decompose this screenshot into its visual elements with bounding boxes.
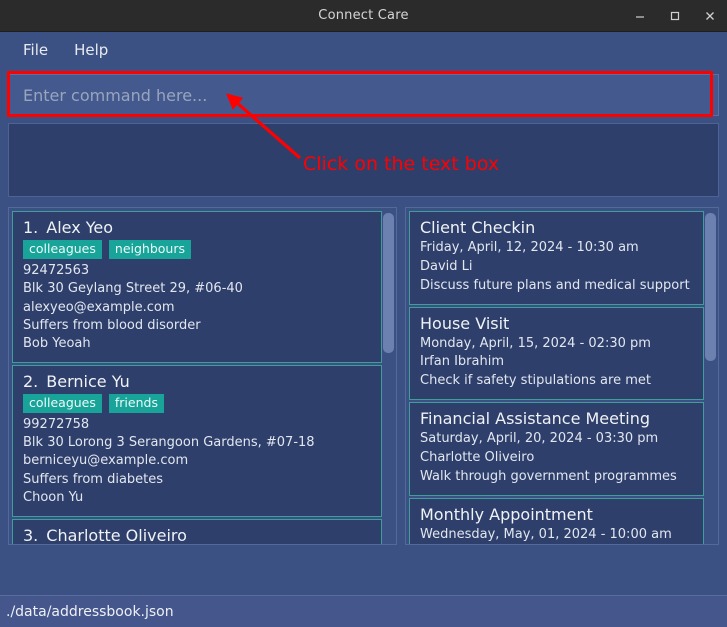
menu-item-help[interactable]: Help (65, 38, 117, 62)
appointment-description: Discuss future plans and medical support (420, 277, 690, 293)
app-body: Enter command here... 1. Alex Yeo collea… (0, 68, 727, 595)
appointment-title: Client Checkin (420, 218, 536, 237)
appointment-datetime: Friday, April, 12, 2024 - 10:30 am (420, 240, 639, 255)
person-header: 1. Alex Yeo (23, 218, 371, 237)
appointment-list-scrollbar-thumb[interactable] (705, 213, 716, 361)
person-tag: neighbours (108, 240, 191, 259)
person-list: 1. Alex Yeo colleagues neighbours 924725… (12, 211, 382, 544)
person-index: 1. (23, 218, 39, 237)
person-phone: 92472563 (23, 262, 90, 278)
person-list-panel: 1. Alex Yeo colleagues neighbours 924725… (8, 207, 397, 545)
maximize-button[interactable] (657, 0, 692, 31)
appointment-datetime: Wednesday, May, 01, 2024 - 10:00 am (420, 526, 672, 542)
minimize-button[interactable] (622, 0, 657, 31)
menubar: File Help (0, 32, 727, 68)
person-index: 3. (23, 525, 39, 545)
command-box-wrapper: Enter command here... (8, 68, 719, 116)
command-input[interactable]: Enter command here... (8, 74, 719, 116)
window-title: Connect Care (318, 8, 409, 23)
person-next-of-kin: Choon Yu (23, 490, 84, 506)
person-name: Charlotte Oliveiro (46, 525, 187, 545)
window-controls (622, 0, 727, 31)
person-card[interactable]: 2. Bernice Yu colleagues friends 9927275… (12, 364, 382, 517)
window-titlebar: Connect Care (0, 0, 727, 32)
person-name: Bernice Yu (46, 371, 130, 391)
close-button[interactable] (692, 0, 727, 31)
menu-item-file[interactable]: File (14, 38, 57, 62)
person-phone: 99272758 (23, 416, 90, 432)
appointment-card[interactable]: Client Checkin Friday, April, 12, 2024 -… (409, 211, 704, 305)
person-email: alexyeo@example.com (23, 299, 175, 315)
person-tag: friends (108, 393, 164, 413)
appointment-description: Check if safety stipulations are met (420, 373, 651, 389)
appointment-person: Irfan Ibrahim (420, 354, 505, 370)
appointment-title: Financial Assistance Meeting (420, 409, 650, 429)
person-tags: colleagues friends (23, 393, 371, 413)
appointment-card[interactable]: Monthly Appointment Wednesday, May, 01, … (409, 497, 704, 544)
appointment-list-scrollbar[interactable] (705, 211, 716, 541)
person-header: 2. Bernice Yu (23, 372, 371, 391)
result-display-box (8, 123, 719, 197)
person-tags: colleagues neighbours (23, 240, 371, 259)
appointment-list: Client Checkin Friday, April, 12, 2024 -… (409, 211, 704, 544)
appointment-title: Monthly Appointment (420, 504, 593, 524)
appointment-person: Charlotte Oliveiro (420, 449, 535, 465)
appointment-datetime: Saturday, April, 20, 2024 - 03:30 pm (420, 431, 659, 447)
person-address: Blk 30 Geylang Street 29, #06-40 (23, 281, 243, 297)
status-bar-file-path: ./data/addressbook.json (6, 603, 174, 620)
appointment-person: David Li (420, 258, 473, 274)
appointment-title: House Visit (420, 313, 510, 333)
appointment-description: Walk through government programmes (420, 468, 677, 484)
person-tag: colleagues (23, 393, 102, 413)
status-bar: ./data/addressbook.json (0, 595, 727, 627)
person-email: berniceyu@example.com (23, 453, 189, 469)
person-condition: Suffers from blood disorder (23, 317, 201, 333)
panels-container: 1. Alex Yeo colleagues neighbours 924725… (8, 207, 719, 545)
appointment-card[interactable]: House Visit Monday, April, 15, 2024 - 02… (409, 306, 704, 401)
person-index: 2. (23, 371, 39, 391)
person-card[interactable]: 1. Alex Yeo colleagues neighbours 924725… (12, 211, 382, 363)
person-name: Alex Yeo (46, 218, 114, 237)
appointment-datetime: Monday, April, 15, 2024 - 02:30 pm (420, 335, 651, 351)
person-tag: colleagues (23, 240, 102, 259)
person-condition: Suffers from diabetes (23, 471, 164, 487)
person-list-scrollbar-thumb[interactable] (383, 213, 394, 353)
appointment-list-panel: Client Checkin Friday, April, 12, 2024 -… (405, 207, 719, 545)
appointment-card[interactable]: Financial Assistance Meeting Saturday, A… (409, 402, 704, 496)
person-header: 3. Charlotte Oliveiro (23, 525, 371, 545)
person-address: Blk 30 Lorong 3 Serangoon Gardens, #07-1… (23, 434, 315, 450)
person-next-of-kin: Bob Yeoah (23, 336, 91, 352)
person-list-scrollbar[interactable] (383, 211, 394, 541)
person-card[interactable]: 3. Charlotte Oliveiro neighbours (12, 518, 382, 545)
